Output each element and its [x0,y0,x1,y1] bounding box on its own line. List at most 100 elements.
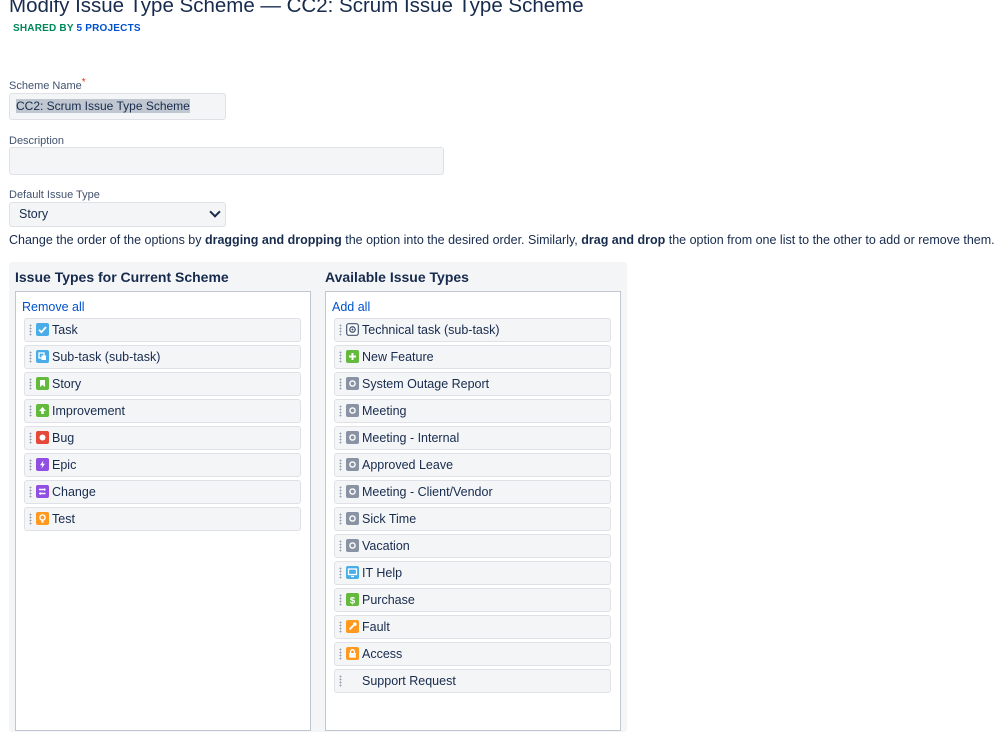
test-icon [36,512,49,525]
drag-handle-icon[interactable] [29,432,32,444]
issue-type-label: Epic [52,458,77,472]
shared-projects-link[interactable]: 5 PROJECTS [77,23,141,34]
default-issue-type-label: Default Issue Type [9,189,100,201]
issue-type-label: Technical task (sub-task) [362,323,500,337]
default-issue-type-select[interactable]: Story [9,202,226,227]
drag-handle-icon[interactable] [339,540,342,552]
issue-type-item-technical-task-sub-task[interactable]: Technical task (sub-task) [334,318,611,342]
scheme-name-value: CC2: Scrum Issue Type Scheme [16,99,190,113]
issue-type-item-sub-task-sub-task[interactable]: Sub-task (sub-task) [24,345,301,369]
issue-type-item-new-feature[interactable]: New Feature [334,345,611,369]
drag-handle-icon[interactable] [339,621,342,633]
drag-handle-icon[interactable] [339,675,342,687]
drag-handle-icon[interactable] [339,567,342,579]
drag-handle-icon[interactable] [339,324,342,336]
drag-handle-icon[interactable] [29,513,32,525]
issue-type-item-meeting[interactable]: Meeting [334,399,611,423]
issue-type-label: Approved Leave [362,458,454,472]
drag-handle-icon[interactable] [29,486,32,498]
drag-handle-icon[interactable] [339,513,342,525]
scheme-name-label: Scheme Name* [9,77,86,92]
issue-type-label: Improvement [52,404,125,418]
drag-handle-icon[interactable] [339,486,342,498]
issue-type-item-system-outage-report[interactable]: System Outage Report [334,372,611,396]
task-icon [36,323,49,336]
issue-type-label: Meeting - Internal [362,431,460,445]
purchase-icon: $ [346,593,359,606]
generic-issue-icon [346,512,359,525]
new-feature-icon [346,350,359,363]
generic-issue-icon [346,377,359,390]
drag-handle-icon[interactable] [339,351,342,363]
available-types-heading: Available Issue Types [325,269,469,285]
issue-type-label: Sub-task (sub-task) [52,350,161,364]
issue-type-item-meeting-client-vendor[interactable]: Meeting - Client/Vendor [334,480,611,504]
issue-type-item-vacation[interactable]: Vacation [334,534,611,558]
issue-type-label: New Feature [362,350,434,364]
drag-handle-icon[interactable] [29,405,32,417]
issue-type-item-approved-leave[interactable]: Approved Leave [334,453,611,477]
issue-type-item-access[interactable]: Access [334,642,611,666]
issue-type-label: Story [52,377,82,391]
description-label: Description [9,135,65,147]
chevron-down-icon [209,206,221,218]
remove-all-link[interactable]: Remove all [22,300,85,314]
issue-type-item-epic[interactable]: Epic [24,453,301,477]
issue-type-item-meeting-internal[interactable]: Meeting - Internal [334,426,611,450]
drag-handle-icon[interactable] [339,405,342,417]
issue-type-label: Purchase [362,593,415,607]
generic-issue-icon [346,485,359,498]
issue-type-item-support-request[interactable]: Support Request [334,669,611,693]
issue-type-label: Test [52,512,75,526]
current-scheme-heading: Issue Types for Current Scheme [15,269,229,285]
drag-handle-icon[interactable] [29,324,32,336]
drag-handle-icon[interactable] [339,648,342,660]
issue-type-label: Bug [52,431,75,445]
generic-issue-icon [346,404,359,417]
generic-issue-icon [346,539,359,552]
issue-type-label: Access [362,647,403,661]
issue-type-item-task[interactable]: Task [24,318,301,342]
issue-type-item-change[interactable]: Change [24,480,301,504]
issue-type-label: Meeting - Client/Vendor [362,485,493,499]
shared-by-projects: SHARED BY 5 PROJECTS [13,23,141,34]
issue-type-item-fault[interactable]: Fault [334,615,611,639]
description-input[interactable] [9,147,444,175]
fault-icon [346,620,359,633]
drag-handle-icon[interactable] [29,378,32,390]
access-icon [346,647,359,660]
drag-handle-icon[interactable] [29,459,32,471]
drag-handle-icon[interactable] [339,432,342,444]
issue-type-item-sick-time[interactable]: Sick Time [334,507,611,531]
bug-icon [36,431,49,444]
issue-type-item-bug[interactable]: Bug [24,426,301,450]
issue-type-label: Change [52,485,96,499]
issue-type-label: IT Help [362,566,403,580]
issue-type-label: Sick Time [362,512,417,526]
issue-type-item-it-help[interactable]: IT Help [334,561,611,585]
required-marker: * [81,77,86,88]
instructions-text: Change the order of the options by dragg… [9,233,995,247]
page-title: Modify Issue Type Scheme — CC2: Scrum Is… [9,0,584,17]
scheme-name-input[interactable]: CC2: Scrum Issue Type Scheme [9,93,226,120]
shared-prefix: SHARED BY [13,23,77,34]
drag-handle-icon[interactable] [29,351,32,363]
issue-type-label: Vacation [362,539,410,553]
drag-handle-icon[interactable] [339,378,342,390]
issue-type-label: Support Request [362,674,456,688]
epic-icon [36,458,49,471]
issue-type-item-improvement[interactable]: Improvement [24,399,301,423]
subtask-icon [36,350,49,363]
change-icon [36,485,49,498]
default-issue-type-value: Story [19,207,49,221]
svg-text:$: $ [350,595,356,606]
drag-handle-icon[interactable] [339,594,342,606]
add-all-link[interactable]: Add all [332,300,370,314]
issue-type-label: Fault [362,620,390,634]
story-icon [36,377,49,390]
technical-task-icon [346,323,359,336]
drag-handle-icon[interactable] [339,459,342,471]
issue-type-item-purchase[interactable]: $ Purchase [334,588,611,612]
issue-type-item-test[interactable]: Test [24,507,301,531]
issue-type-item-story[interactable]: Story [24,372,301,396]
